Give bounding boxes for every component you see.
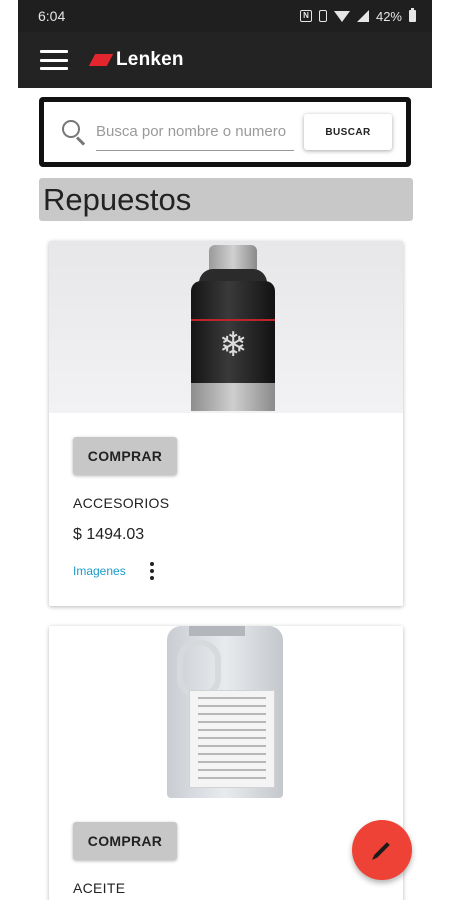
product-price: $ 1494.03: [73, 526, 145, 543]
search-bar: BUSCAR: [39, 97, 411, 167]
more-vert-icon[interactable]: [148, 562, 156, 580]
vibrate-icon: [318, 10, 327, 22]
nfc-icon: N: [299, 10, 312, 22]
app-screen: 6:04 N 42% Lenken BUSCAR Repuestos: [18, 0, 432, 900]
search-button[interactable]: BUSCAR: [304, 114, 392, 150]
product-card: ❄ COMPRAR ACCESORIOS $ 1494.03 Imagenes: [49, 241, 403, 606]
battery-icon: [409, 8, 416, 22]
brand-name: Lenken: [116, 49, 184, 70]
battery-percent: 42%: [375, 8, 402, 24]
search-input[interactable]: [96, 113, 294, 151]
brand-mark-icon: [88, 54, 114, 66]
wifi-icon: [333, 10, 350, 22]
search-icon: [60, 118, 88, 146]
status-bar: 6:04 N 42%: [18, 0, 432, 32]
brand-logo: Lenken: [88, 49, 184, 71]
buy-button[interactable]: COMPRAR: [73, 822, 177, 860]
hamburger-menu-icon[interactable]: [40, 50, 68, 70]
product-category: ACEITE: [73, 880, 126, 896]
status-time: 6:04: [38, 8, 66, 24]
app-bar: Lenken: [18, 32, 432, 88]
edit-pencil-icon: [374, 842, 390, 858]
edit-fab-button[interactable]: [352, 820, 412, 880]
product-image[interactable]: [49, 626, 403, 798]
buy-button[interactable]: COMPRAR: [73, 437, 177, 475]
product-category: ACCESORIOS: [73, 495, 170, 511]
images-link[interactable]: Imagenes: [73, 564, 126, 578]
product-card: COMPRAR ACEITE: [49, 626, 403, 900]
snowflake-icon: ❄: [218, 326, 248, 364]
status-icons: N 42%: [299, 8, 416, 24]
section-title: Repuestos: [39, 178, 413, 221]
signal-icon: [356, 10, 369, 22]
product-image[interactable]: ❄: [49, 241, 403, 413]
